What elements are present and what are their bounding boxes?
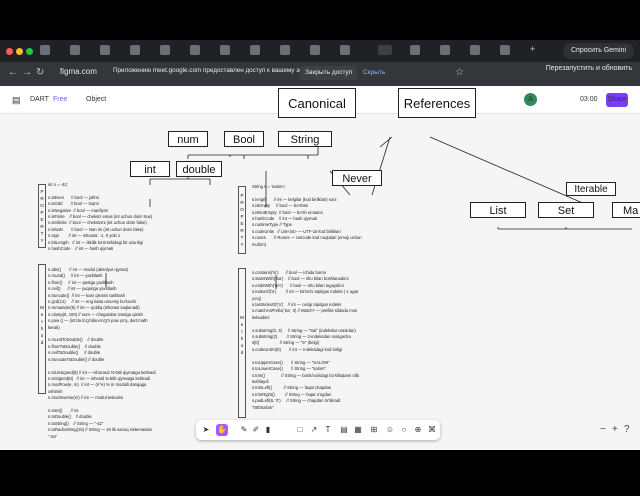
restart-update-button[interactable]: Перезапустить и обновить [546,65,632,72]
forward-icon[interactable]: → [22,67,32,78]
set-node[interactable]: Set [538,202,594,218]
address-bar: ← → ↻ figma.com Приложению meet.google.c… [0,62,640,86]
file-name[interactable]: DART [30,96,49,103]
browser-tab[interactable] [440,45,450,55]
figma-toolbar: ➤ ✋ ✎ ✐ ▮ □ ↗ T ▤ ▦ ⊞ ☺ ○ ⊕ ⌘ [196,420,440,440]
browser-tab[interactable] [410,45,420,55]
shape-tool-icon[interactable]: □ [294,424,306,436]
browser-tab[interactable] [250,45,260,55]
avatar[interactable]: A [524,93,537,106]
help-icon[interactable]: ? [624,424,630,435]
table-tool-icon[interactable]: ⊞ [368,424,380,436]
browser-tab[interactable] [100,45,110,55]
gemini-button[interactable]: Спросить Gemini [562,43,634,59]
browser-tab-active[interactable] [378,45,392,55]
iterable-node[interactable]: Iterable [566,182,616,196]
close-window-button[interactable] [6,48,13,55]
browser-tab[interactable] [160,45,170,55]
more-tools-icon[interactable]: ⊕ [412,424,424,436]
double-node[interactable]: double [176,161,222,177]
share-button[interactable]: Share [606,93,628,107]
zoom-out-icon[interactable]: − [600,424,606,435]
browser-tab[interactable] [40,45,50,55]
browser-tab[interactable] [130,45,140,55]
hide-notice-button[interactable]: Скрыть [358,66,390,80]
map-node[interactable]: Ma [612,202,640,218]
marker-tool-icon[interactable]: ✎ [238,424,250,436]
sticky-note-icon[interactable]: ▤ [338,424,350,436]
string-property-label: PROPERTY [240,193,244,247]
browser-tab-bar: + Спросить Gemini [0,40,640,62]
plan-badge: Free [53,96,68,103]
timer-display: 03:00 [580,96,598,103]
string-method-label: Method [240,315,244,355]
browser-tab[interactable] [310,45,320,55]
hand-tool-icon[interactable]: ✋ [216,424,228,436]
eraser-tool-icon[interactable]: ▮ [262,424,274,436]
browser-tab[interactable] [470,45,480,55]
screen-share-notice: Приложению meet.google.com предоставлен … [113,67,317,74]
int-property-label: PROPERTY [40,189,44,243]
star-icon[interactable]: ☆ [455,67,464,78]
string-node[interactable]: String [278,131,332,147]
url-text[interactable]: figma.com [60,67,97,76]
bool-node[interactable]: Bool [224,131,264,147]
reload-icon[interactable]: ↻ [36,67,44,78]
browser-tab[interactable] [220,45,230,55]
stop-sharing-button[interactable]: Закрыть доступ [300,66,358,80]
screen-bottom-bar [0,450,640,480]
browser-tab[interactable] [340,45,350,55]
section-tool-icon[interactable]: ▦ [352,424,364,436]
back-icon[interactable]: ← [8,67,18,78]
text-tool-icon[interactable]: T [322,424,334,436]
string-property-code: String s = 'Salom'; s.length // int — be… [252,184,362,247]
minimize-window-button[interactable] [16,48,23,55]
object-label[interactable]: Object [86,96,106,103]
num-node[interactable]: num [168,131,208,147]
new-tab-icon[interactable]: + [530,44,535,54]
zoom-in-icon[interactable]: + [612,424,618,435]
canonical-node[interactable]: Canonical [278,88,356,118]
int-node[interactable]: int [130,161,170,177]
highlighter-tool-icon[interactable]: ✐ [250,424,262,436]
stamp-tool-icon[interactable]: ☺ [384,424,396,436]
maximize-window-button[interactable] [26,48,33,55]
connector-tool-icon[interactable]: ↗ [308,424,320,436]
references-node[interactable]: References [398,88,476,118]
browser-tab[interactable] [500,45,510,55]
widgets-tool-icon[interactable]: ⌘ [426,424,438,436]
figma-menu-icon[interactable]: ▤ [12,95,21,106]
move-tool-icon[interactable]: ➤ [200,424,212,436]
int-method-code: n.abs() // int — modul (absolyut qiymat)… [48,267,156,439]
browser-tab[interactable] [70,45,80,55]
comment-tool-icon[interactable]: ○ [398,424,410,436]
figma-canvas[interactable]: Canonical References num Bool String int… [0,88,640,450]
list-node[interactable]: List [470,202,526,218]
int-property-code: int n = -42; n.isEven // bool — juftmi n… [48,182,153,252]
int-method-label: Method [40,305,44,345]
browser-tab[interactable] [190,45,200,55]
browser-tab[interactable] [280,45,290,55]
